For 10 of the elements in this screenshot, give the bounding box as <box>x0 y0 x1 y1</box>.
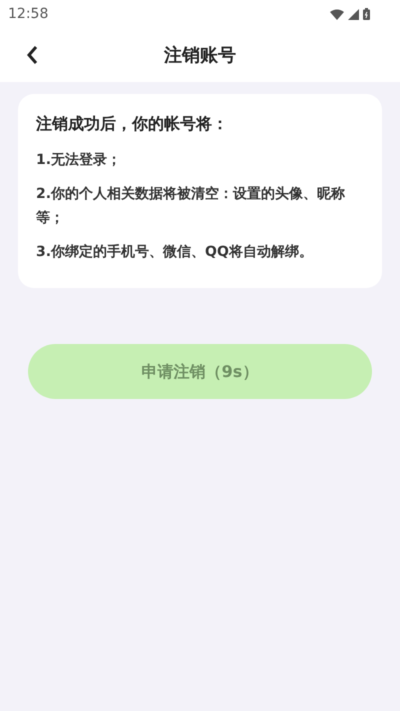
back-icon <box>26 45 38 65</box>
notice-title: 注销成功后，你的帐号将： <box>36 113 229 135</box>
signal-icon <box>348 8 359 20</box>
notice-item: 2.你的个人相关数据将被清空：设置的头像、昵称等； <box>36 184 346 228</box>
wifi-icon <box>330 8 344 20</box>
notice-item: 3.你绑定的手机号、微信、QQ将自动解绑。 <box>36 242 314 262</box>
battery-icon <box>363 8 370 20</box>
status-time: 12:58 <box>8 4 48 24</box>
page-title: 注销账号 <box>164 44 236 68</box>
notice-item: 1.无法登录； <box>36 151 122 170</box>
